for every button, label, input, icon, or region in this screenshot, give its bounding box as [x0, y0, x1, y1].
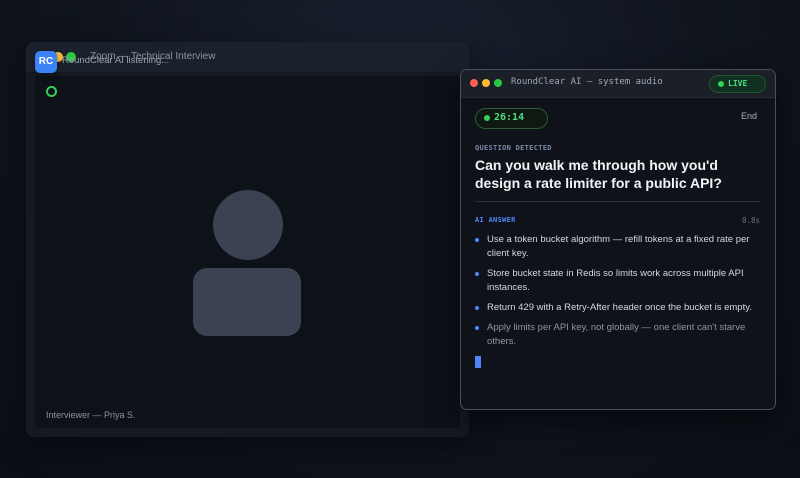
answer-text: Apply limits per API key, not globally —… [487, 322, 746, 347]
roundclear-panel: RoundClear AI — system audio LIVE 26:14 … [460, 69, 776, 410]
bullet-icon [475, 326, 479, 330]
answer-text: Use a token bucket algorithm — refill to… [487, 234, 750, 259]
session-timer: 26:14 [475, 108, 548, 129]
ai-answer-label: AI ANSWER [475, 216, 516, 224]
zoom-window: Zoom — Technical Interview Interviewer —… [26, 42, 469, 437]
answer-item: Return 429 with a Retry-After header onc… [475, 301, 760, 315]
typing-cursor [475, 356, 481, 368]
panel-maximize-button[interactable] [494, 79, 502, 87]
panel-title: RoundClear AI — system audio [511, 77, 663, 87]
live-badge: LIVE [709, 75, 766, 93]
participant-name-label: Interviewer — Priya S. [46, 410, 136, 420]
bullet-icon [475, 238, 479, 242]
bullet-icon [475, 306, 479, 310]
answer-latency: 0.8s [741, 216, 760, 225]
roundclear-listening-status: RoundClear AI listening... [62, 55, 170, 66]
question-detected-label: QUESTION DETECTED [475, 144, 552, 152]
live-label: LIVE [728, 79, 748, 88]
panel-titlebar: RoundClear AI — system audio LIVE [461, 70, 775, 98]
panel-close-button[interactable] [470, 79, 478, 87]
avatar-body-icon [193, 268, 301, 336]
bullet-icon [475, 272, 479, 276]
roundclear-badge[interactable]: RC [35, 51, 57, 73]
avatar-head-icon [213, 190, 283, 260]
answer-item: Store bucket state in Redis so limits wo… [475, 267, 760, 295]
live-dot-icon [718, 81, 724, 87]
section-divider [475, 201, 761, 202]
timer-value: 26:14 [494, 112, 525, 123]
end-session-button[interactable]: End [741, 111, 757, 121]
answer-list: Use a token bucket algorithm — refill to… [475, 233, 760, 355]
panel-minimize-button[interactable] [482, 79, 490, 87]
detected-question: Can you walk me through how you'd design… [475, 157, 722, 191]
answer-text: Return 429 with a Retry-After header onc… [487, 302, 752, 313]
status-ring-icon [46, 86, 57, 97]
timer-dot-icon [484, 115, 490, 121]
answer-item: Use a token bucket algorithm — refill to… [475, 233, 760, 261]
video-stage: Interviewer — Priya S. [35, 76, 460, 428]
answer-item: Apply limits per API key, not globally —… [475, 321, 760, 349]
answer-text: Store bucket state in Redis so limits wo… [487, 268, 744, 293]
